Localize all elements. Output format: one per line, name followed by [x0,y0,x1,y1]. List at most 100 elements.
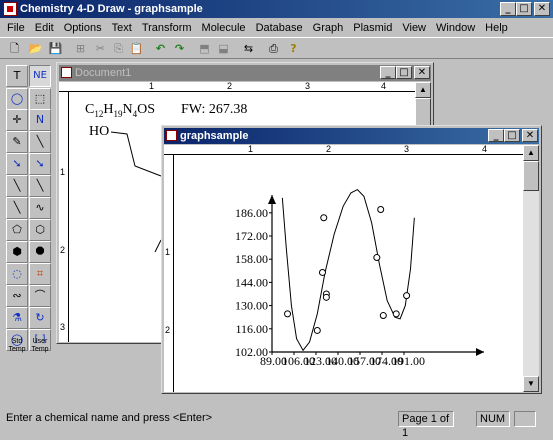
graphsample-maximize-button[interactable]: □ [504,129,520,142]
grid-tool-icon[interactable]: ⌗ [29,263,51,285]
arc-tool-icon[interactable]: ⌒ [29,285,51,307]
open-icon[interactable]: 📂 [27,40,44,57]
status-hint: Enter a chemical name and press <Enter> [6,412,213,424]
app-titlebar: Chemistry 4-D Draw - graphsample _ □ ✕ [0,0,553,18]
redo-icon[interactable]: ↷ [171,40,188,57]
minimize-button[interactable]: _ [500,2,516,16]
hash-bond-icon[interactable]: ➘ [29,153,51,175]
data-point [392,310,400,318]
ruler-tick-3: 3 [305,81,311,91]
chain-tool-icon[interactable]: ∿ [29,197,51,219]
menu-edit[interactable]: Edit [30,22,59,34]
bold-bond-icon[interactable]: ╲ [29,175,51,197]
x-axis-arrow [476,348,484,356]
status-page: Page 1 of 1 [398,411,454,439]
menu-text[interactable]: Text [107,22,137,34]
menu-options[interactable]: Options [59,22,107,34]
document-icon [61,67,72,78]
graph-scroll-up-icon[interactable]: ▲ [523,145,539,161]
menu-file[interactable]: File [2,22,30,34]
app-title: Chemistry 4-D Draw - graphsample [20,3,203,15]
document1-close-button[interactable]: ✕ [414,66,430,79]
graphsample-window: graphsample _ □ ✕ 1 2 3 4 1 2 102.00 116.… [161,125,542,394]
data-point [313,326,321,334]
graphsample-close-button[interactable]: ✕ [522,129,538,142]
document1-titlebar[interactable]: Document1 _ □ ✕ [59,65,431,81]
double-bond-icon[interactable]: ╲ [6,175,28,197]
status-bar: Enter a chemical name and press <Enter> … [0,408,553,439]
std-temp-label[interactable]: Std Temp [6,338,28,354]
menu-transform[interactable]: Transform [137,22,197,34]
name-entry-tool-icon[interactable]: NE [29,65,51,87]
print-preview-icon[interactable]: ⊞ [72,40,89,57]
document1-scroll-thumb[interactable] [415,98,431,128]
tool-b-icon[interactable]: ⬓ [215,40,232,57]
text-tool-icon[interactable]: T [6,65,28,87]
menu-graph[interactable]: Graph [308,22,349,34]
orbital-tool-icon[interactable]: ◌ [6,263,28,285]
ruler-tick-2: 2 [227,81,233,91]
document1-minimize-button[interactable]: _ [380,66,396,79]
atom-tool-icon[interactable]: N [29,109,51,131]
pencil-tool-icon[interactable]: ✎ [6,131,28,153]
marquee-tool-icon[interactable]: ⬚ [29,88,51,110]
graphsample-ruler-horizontal: 1 2 3 4 [164,144,523,155]
wave-tool-icon[interactable]: ∾ [6,285,28,307]
new-icon[interactable]: 🗋 [6,40,23,57]
graph-document-icon [166,130,177,141]
benzene-icon[interactable]: ⬢ [6,241,28,263]
menu-window[interactable]: Window [431,22,480,34]
y-axis-arrow [268,195,276,204]
lasso-tool-icon[interactable]: ◯ [6,88,28,110]
menu-plasmid[interactable]: Plasmid [348,22,397,34]
maximize-button[interactable]: □ [516,2,532,16]
graph-scroll-down-icon[interactable]: ▼ [523,376,539,392]
graph-canvas[interactable]: 102.00 116.00 130.00 144.00 158.00 172.00 186.… [174,155,523,392]
save-icon[interactable]: 💾 [47,40,64,57]
menu-view[interactable]: View [397,22,431,34]
wedge-bond-icon[interactable]: ➘ [6,153,28,175]
move-tool-icon[interactable]: ✛ [6,109,28,131]
menu-bar: File Edit Options Text Transform Molecul… [0,18,553,37]
graphsample-titlebar[interactable]: graphsample _ □ ✕ [164,128,539,144]
data-point [322,293,330,301]
menu-help[interactable]: Help [480,22,513,34]
data-point [373,254,381,262]
graphsample-ruler-vertical: 1 2 [164,155,174,392]
graph-ruler-vtick-2: 2 [165,325,171,335]
menu-database[interactable]: Database [251,22,308,34]
triple-bond-icon[interactable]: ╲ [6,197,28,219]
fit-curve-line [281,188,415,352]
cyclooctane-icon[interactable]: ⯃ [29,241,51,263]
print-icon[interactable]: ⎙ [265,40,282,57]
paste-icon[interactable]: 📋 [128,40,145,57]
bond-tool-icon[interactable]: ╲ [29,131,51,153]
menu-molecule[interactable]: Molecule [197,22,251,34]
cut-icon[interactable]: ✂ [92,40,109,57]
graphsample-vertical-scrollbar[interactable]: ▲ ▼ [523,145,539,392]
rotate-tool-icon[interactable]: ↻ [29,307,51,329]
ruler-tick-4: 4 [381,81,387,91]
document1-maximize-button[interactable]: □ [396,66,412,79]
user-temp-label[interactable]: User Temp [29,338,51,354]
status-num: NUM [476,411,510,427]
scatter-chart: 102.00116.00130.00144.00158.00172.00186.… [235,188,484,368]
help-icon[interactable]: ? [285,40,302,57]
tool-a-icon[interactable]: ⬒ [196,40,213,57]
document1-title: Document1 [75,67,132,79]
graph-ruler-tick-1: 1 [248,144,254,154]
copy-icon[interactable]: ⎘ [110,40,127,57]
status-empty-cell [514,411,536,427]
scroll-up-icon[interactable]: ▲ [415,82,431,98]
y-tick-label: 172.00 [235,229,268,243]
flask-tool-icon[interactable]: ⚗ [6,307,28,329]
undo-icon[interactable]: ↶ [152,40,169,57]
ruler-vtick-2: 2 [60,245,66,255]
cyclopentane-icon[interactable]: ⬠ [6,219,28,241]
close-button[interactable]: ✕ [534,2,550,16]
graph-scroll-thumb[interactable] [523,161,539,191]
graphsample-minimize-button[interactable]: _ [488,129,504,142]
ruler-vtick-1: 1 [60,167,66,177]
tool-c-icon[interactable]: ⇆ [240,40,257,57]
cyclohexane-icon[interactable]: ⬡ [29,219,51,241]
